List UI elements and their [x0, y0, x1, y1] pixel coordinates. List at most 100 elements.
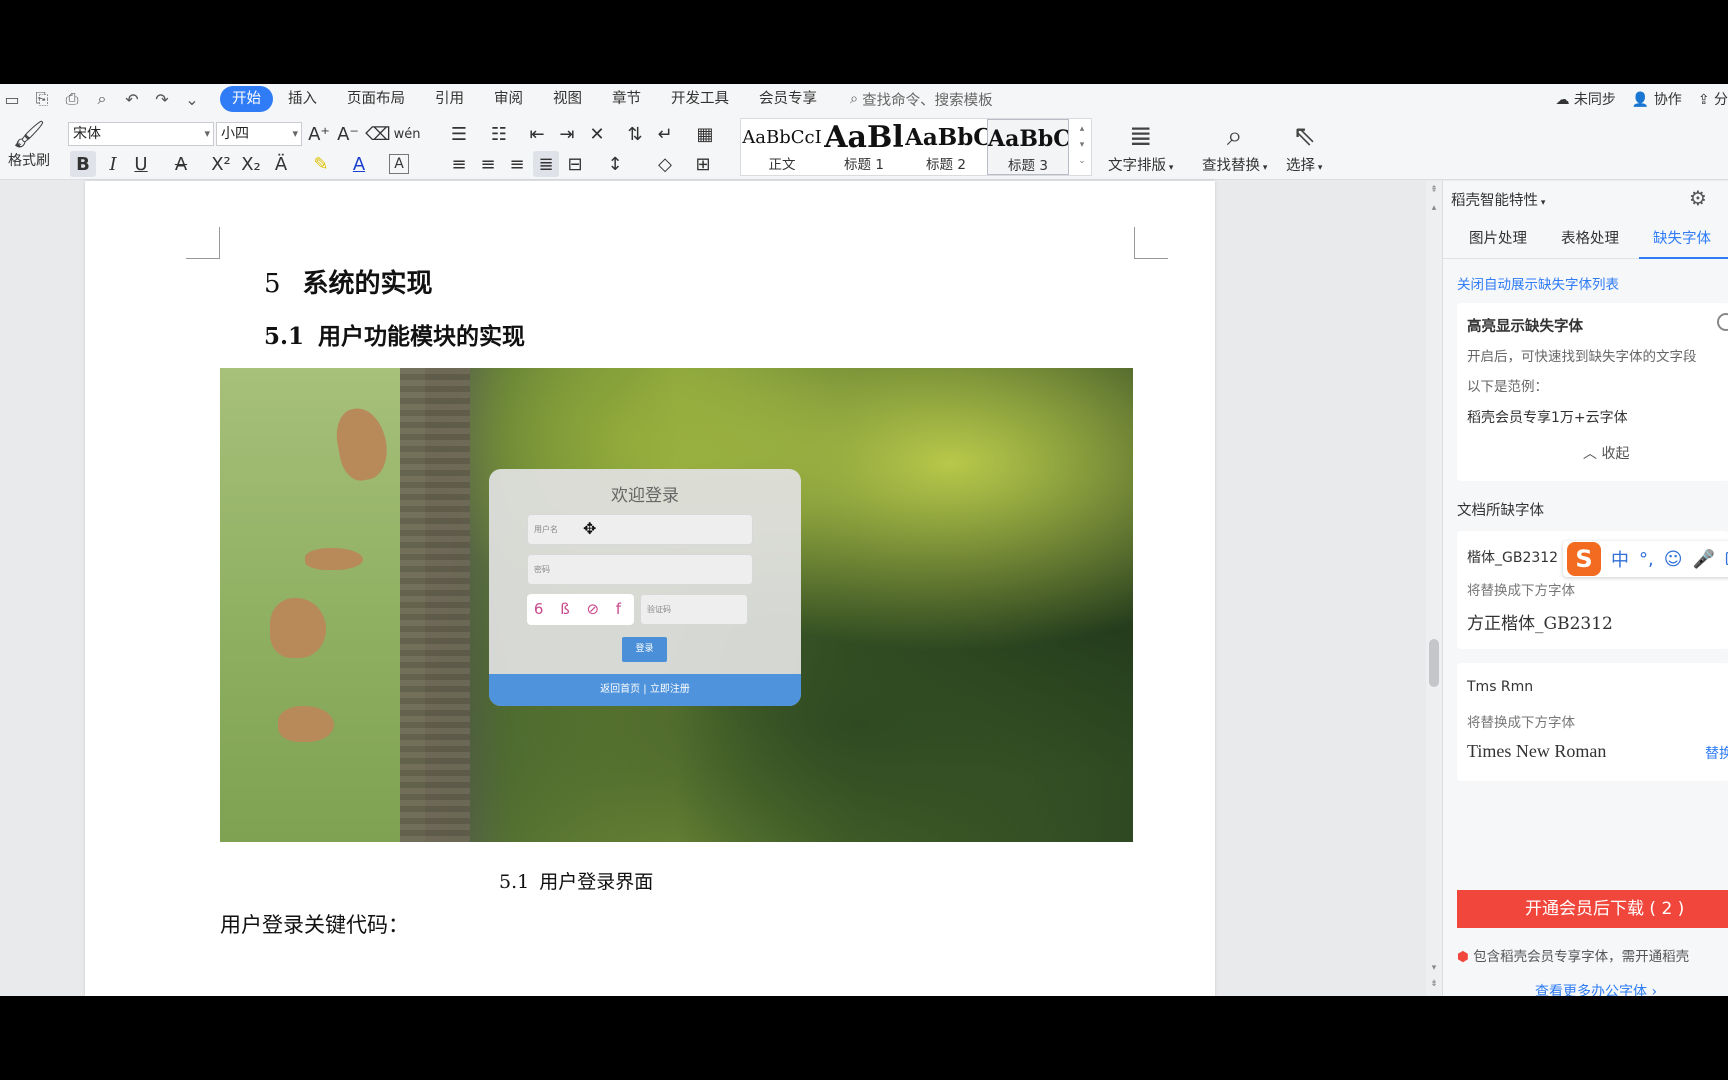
- line-spacing-icon[interactable]: ↕: [602, 151, 628, 177]
- decrease-indent-icon[interactable]: ⇤: [524, 121, 550, 147]
- subscript-icon[interactable]: X₂: [238, 151, 264, 177]
- captcha-image[interactable]: 6 ß ⊘ f: [527, 594, 634, 625]
- replace-link[interactable]: 替换: [1705, 743, 1728, 763]
- tab-missing-fonts[interactable]: 缺失字体: [1653, 227, 1711, 248]
- style-heading-2[interactable]: AaBbC 标题 2: [905, 119, 987, 175]
- find-replace-button[interactable]: ⌕ 查找替换 ▾: [1202, 118, 1267, 175]
- share-button[interactable]: ⇪ 分: [1698, 89, 1728, 109]
- align-center-icon[interactable]: ≡: [475, 151, 501, 177]
- shading-icon[interactable]: ◇: [652, 151, 678, 177]
- style-normal[interactable]: AaBbCcI 正文: [741, 119, 823, 175]
- login-screenshot-figure[interactable]: 欢迎登录 用户名 密码 6 ß ⊘ f 验证码 登录 返回首页 | 立即注册 ✥: [220, 368, 1133, 842]
- text-effect-icon[interactable]: Ä: [268, 151, 294, 177]
- sort-icon[interactable]: ⇅: [622, 121, 648, 147]
- login-title: 欢迎登录: [611, 486, 679, 506]
- figure-caption[interactable]: 5.1 用户登录界面: [499, 867, 653, 894]
- scroll-down-icon[interactable]: ▾: [1428, 963, 1440, 973]
- scroll-thumb[interactable]: [1429, 639, 1439, 687]
- align-right-icon[interactable]: ≡: [504, 151, 530, 177]
- sogou-ime-logo[interactable]: S: [1567, 542, 1601, 576]
- font-color-icon[interactable]: A: [346, 151, 372, 177]
- scroll-top-icon[interactable]: ⇞: [1428, 185, 1440, 195]
- bold-icon[interactable]: B: [70, 151, 96, 177]
- style-heading-1[interactable]: AaBl 标题 1: [823, 119, 905, 175]
- strikethrough-icon[interactable]: A: [168, 151, 194, 177]
- body-paragraph[interactable]: 用户登录关键代码：: [220, 909, 409, 939]
- print-icon[interactable]: ⎙: [62, 89, 82, 109]
- pointer-icon: ⇖: [1292, 119, 1316, 152]
- tab-references[interactable]: 引用: [420, 86, 479, 112]
- print-preview-icon[interactable]: ⌕: [92, 89, 112, 109]
- collab-button[interactable]: 👤 协作: [1632, 89, 1682, 109]
- username-input[interactable]: 用户名: [527, 514, 753, 545]
- heading-2[interactable]: 5.1 用户功能模块的实现: [264, 317, 525, 351]
- redo-icon[interactable]: ↷: [152, 89, 172, 109]
- login-footer-links[interactable]: 返回首页 | 立即注册: [489, 674, 801, 706]
- char-border-icon[interactable]: A: [389, 154, 409, 174]
- font-name-select[interactable]: 宋体: [68, 122, 214, 146]
- scroll-up-icon[interactable]: ▴: [1428, 203, 1440, 213]
- superscript-icon[interactable]: X²: [208, 151, 234, 177]
- styles-scroll[interactable]: ▴ ▾ ⌄: [1075, 121, 1089, 169]
- customize-dropdown-icon[interactable]: ⌄: [182, 89, 202, 109]
- show-marks-icon[interactable]: ↵: [652, 121, 678, 147]
- pinyin-guide-icon[interactable]: wén: [394, 121, 421, 147]
- login-button[interactable]: 登录: [622, 637, 667, 662]
- save-icon[interactable]: ▭: [2, 89, 22, 109]
- panel-title[interactable]: 稻壳智能特性 ▾: [1451, 189, 1545, 210]
- tab-view[interactable]: 视图: [538, 86, 597, 112]
- highlight-icon[interactable]: ✎: [308, 151, 334, 177]
- tab-home[interactable]: 开始: [220, 86, 273, 112]
- scroll-bottom-icon[interactable]: ⇟: [1428, 979, 1440, 989]
- text-layout-label: 文字排版: [1108, 158, 1166, 174]
- ime-mode[interactable]: 中: [1611, 546, 1629, 572]
- style-heading-3[interactable]: AaBbC 标题 3: [987, 119, 1069, 175]
- select-button[interactable]: ⇖ 选择 ▾: [1286, 118, 1322, 175]
- crop-mark-right: [1134, 227, 1168, 259]
- document-scrollbar[interactable]: ⇞ ▴ ▾ ⇟: [1426, 181, 1442, 996]
- sync-status[interactable]: ☁ 未同步: [1555, 89, 1615, 109]
- command-search[interactable]: ⌕ 查找命令、搜索模板: [850, 89, 993, 110]
- undo-icon[interactable]: ↶: [122, 89, 142, 109]
- tab-insert[interactable]: 插入: [273, 86, 332, 112]
- chinese-layout-icon[interactable]: ✕: [584, 121, 610, 147]
- close-auto-list-link[interactable]: 关闭自动展示缺失字体列表: [1457, 273, 1619, 293]
- underline-icon[interactable]: U: [128, 151, 154, 177]
- tab-review[interactable]: 审阅: [479, 86, 538, 112]
- text-layout-button[interactable]: ≣ 文字排版 ▾: [1108, 118, 1173, 175]
- export-pdf-icon[interactable]: ⎘: [32, 89, 52, 109]
- tab-table-processing[interactable]: 表格处理: [1561, 227, 1619, 248]
- microphone-icon[interactable]: 🎤: [1693, 549, 1715, 570]
- justify-icon[interactable]: ≣: [533, 151, 559, 177]
- distributed-icon[interactable]: ⊟: [562, 151, 588, 177]
- heading-1[interactable]: 5 系统的实现: [264, 263, 433, 300]
- font-size-select[interactable]: 小四: [216, 122, 302, 146]
- italic-icon[interactable]: I: [100, 151, 126, 177]
- increase-indent-icon[interactable]: ⇥: [554, 121, 580, 147]
- highlight-toggle[interactable]: [1717, 313, 1728, 331]
- align-left-icon[interactable]: ≡: [446, 151, 472, 177]
- tab-chapter[interactable]: 章节: [597, 86, 656, 112]
- document-page[interactable]: 5 系统的实现 5.1 用户功能模块的实现 欢迎登录 用户名 密码 6 ß ⊘ f …: [85, 181, 1215, 996]
- clear-format-icon[interactable]: ⌫: [365, 121, 391, 147]
- tab-page-layout[interactable]: 页面布局: [332, 86, 420, 112]
- grow-font-icon[interactable]: A⁺: [306, 121, 332, 147]
- punctuation-icon[interactable]: °,: [1639, 549, 1654, 570]
- table-tool-icon[interactable]: ▦: [692, 121, 718, 147]
- emoji-icon[interactable]: ☺: [1664, 549, 1683, 570]
- more-fonts-link[interactable]: 查看更多办公字体 ›: [1535, 981, 1657, 996]
- gear-icon[interactable]: ⚙: [1689, 186, 1707, 210]
- vip-download-button[interactable]: 开通会员后下载 ( 2 ): [1457, 890, 1728, 928]
- missing-font-card[interactable]: Tms Rmn 将替换成下方字体 Times New Roman 替换: [1457, 663, 1728, 781]
- borders-icon[interactable]: ⊞: [690, 151, 716, 177]
- tab-developer[interactable]: 开发工具: [656, 86, 744, 112]
- numbered-list-icon[interactable]: ☷: [486, 121, 512, 147]
- captcha-input[interactable]: 验证码: [640, 594, 748, 625]
- tab-member[interactable]: 会员专享: [744, 86, 832, 112]
- bullet-list-icon[interactable]: ☰: [446, 121, 472, 147]
- format-painter-button[interactable]: 🖌 格式刷: [4, 120, 54, 170]
- password-input[interactable]: 密码: [527, 554, 753, 585]
- collapse-button[interactable]: ︿ 收起: [1583, 443, 1629, 463]
- tab-image-processing[interactable]: 图片处理: [1469, 227, 1527, 248]
- shrink-font-icon[interactable]: A⁻: [335, 121, 361, 147]
